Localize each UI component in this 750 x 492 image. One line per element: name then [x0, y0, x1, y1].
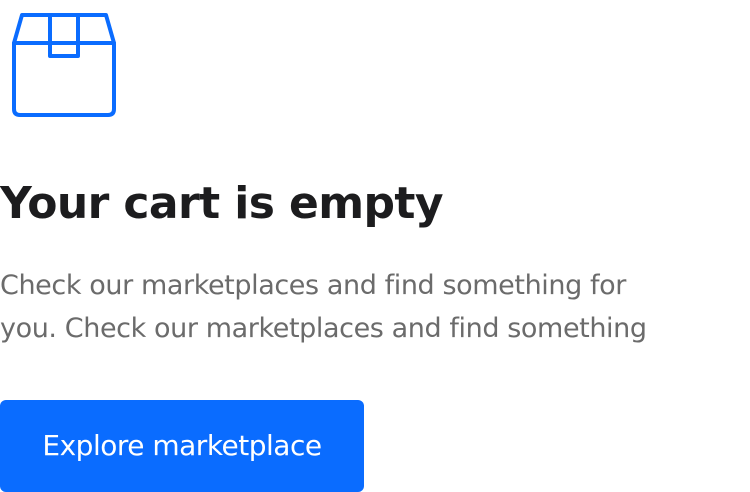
description-line-2: you. Check our marketplaces and find som… — [0, 313, 647, 344]
empty-cart-panel: Your cart is empty Check our marketplace… — [0, 0, 750, 492]
explore-marketplace-button[interactable]: Explore marketplace — [0, 400, 364, 492]
empty-cart-title: Your cart is empty — [0, 178, 444, 229]
package-box-icon — [10, 11, 118, 117]
empty-cart-description: Check our marketplaces and find somethin… — [0, 264, 745, 350]
description-line-1: Check our marketplaces and find somethin… — [0, 270, 626, 301]
